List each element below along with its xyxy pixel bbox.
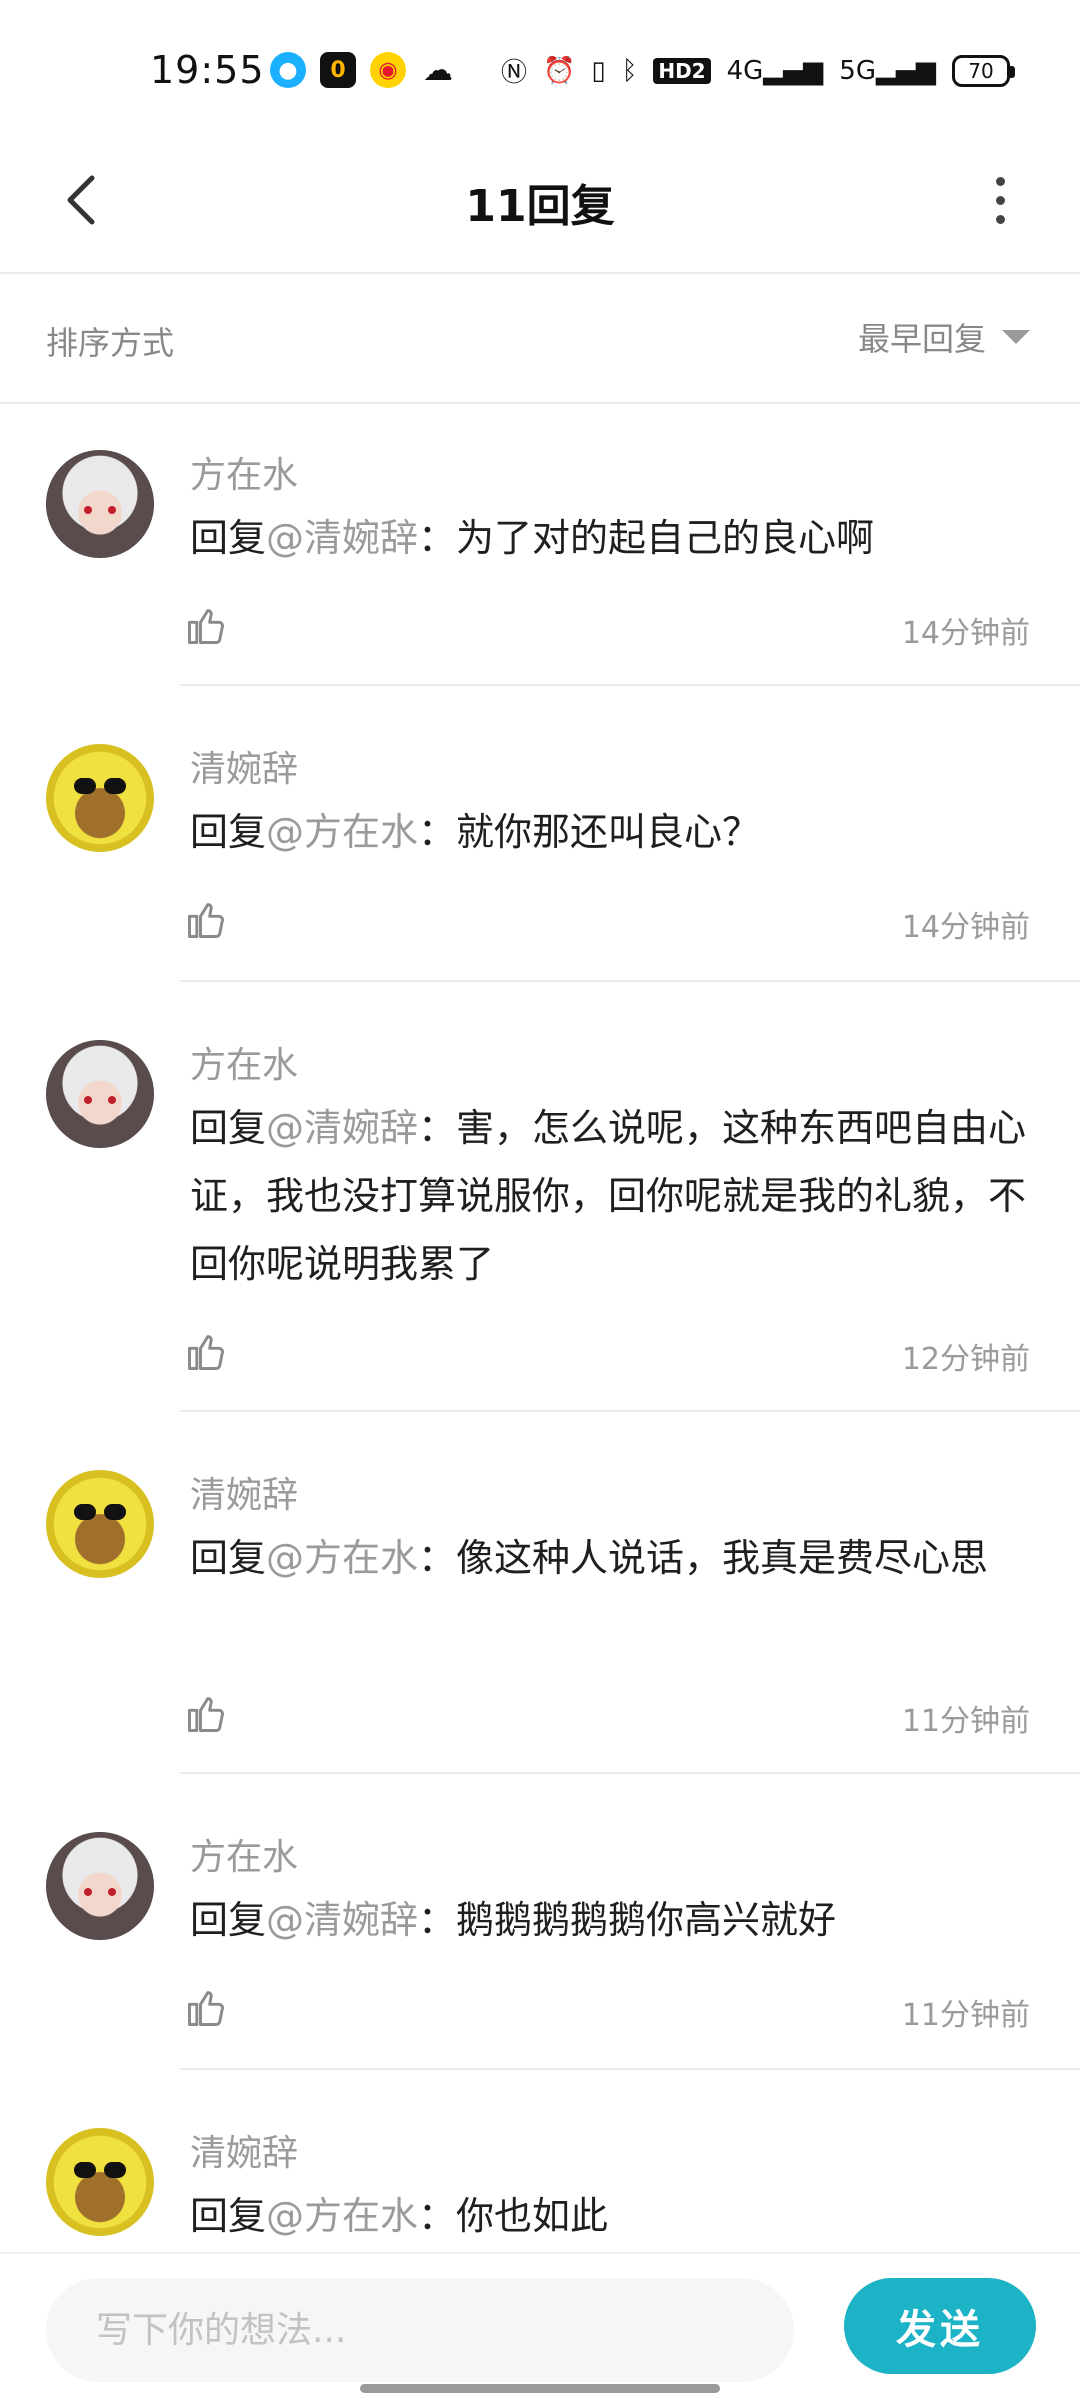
sort-dropdown[interactable]: 最早回复 bbox=[858, 314, 1030, 360]
nfc-icon: Ⓝ bbox=[501, 58, 528, 88]
reply-item: 清婉辞 回复@方在水：你也如此 bbox=[0, 2082, 1080, 2252]
reply-text: 像这种人说话，我真是费尽心思 bbox=[456, 1536, 989, 1580]
avatar[interactable] bbox=[46, 1040, 154, 1148]
divider bbox=[180, 684, 1080, 686]
reply-author[interactable]: 清婉辞 bbox=[190, 2124, 298, 2176]
reply-author[interactable]: 方在水 bbox=[190, 446, 298, 498]
reply-content: 回复@清婉辞：为了对的起自己的良心啊 bbox=[190, 504, 1032, 572]
reply-prefix: 回复 bbox=[190, 1898, 267, 1942]
thumbs-up-icon[interactable] bbox=[184, 604, 228, 648]
reply-prefix: 回复 bbox=[190, 2194, 267, 2238]
top-bar: 11回复 bbox=[0, 130, 1080, 274]
reply-text: 你也如此 bbox=[456, 2194, 609, 2238]
hd-icon: HD2 bbox=[653, 57, 711, 84]
reply-separator: ： bbox=[418, 1536, 457, 1580]
reply-content: 回复@方在水：你也如此 bbox=[190, 2182, 1032, 2250]
screen: 19:55 ● 0 ◉ ☁ Ⓝ ⏰ ▯ ᛒ HD2 4G▂▄▆ 5G▂▄▆ 70… bbox=[0, 0, 1080, 2400]
thumbs-up-icon[interactable] bbox=[184, 1692, 228, 1736]
reply-content: 回复@方在水：就你那还叫良心？ bbox=[190, 798, 1032, 866]
divider bbox=[180, 980, 1080, 982]
reply-prefix: 回复 bbox=[190, 516, 267, 560]
qq-icon: ● bbox=[270, 52, 306, 88]
bluetooth-icon: ᛒ bbox=[621, 55, 638, 86]
reply-input[interactable] bbox=[46, 2278, 794, 2382]
reply-time: 11分钟前 bbox=[901, 1704, 1030, 1739]
reply-time: 14分钟前 bbox=[901, 616, 1030, 651]
thumbs-up-icon[interactable] bbox=[184, 898, 228, 942]
reply-mention[interactable]: @清婉辞 bbox=[266, 1106, 418, 1150]
avatar[interactable] bbox=[46, 2128, 154, 2236]
avatar[interactable] bbox=[46, 1832, 154, 1940]
reply-content: 回复@方在水：像这种人说话，我真是费尽心思 bbox=[190, 1524, 1032, 1592]
signal-4g-icon: 4G▂▄▆ bbox=[726, 55, 824, 86]
vibrate-icon: ▯ bbox=[591, 55, 606, 86]
weibo-icon: ◉ bbox=[370, 52, 406, 88]
reply-prefix: 回复 bbox=[190, 1106, 267, 1150]
sort-selected-value: 最早回复 bbox=[857, 320, 986, 358]
system-icons: Ⓝ ⏰ ▯ ᛒ HD2 4G▂▄▆ 5G▂▄▆ 70 bbox=[501, 52, 1015, 89]
reply-item: 清婉辞 回复@方在水：像这种人说话，我真是费尽心思 11分钟前 bbox=[0, 1424, 1080, 1786]
reply-author[interactable]: 清婉辞 bbox=[190, 740, 298, 792]
reply-prefix: 回复 bbox=[190, 810, 267, 854]
reply-separator: ： bbox=[418, 516, 457, 560]
more-dot-icon bbox=[995, 195, 1005, 205]
status-time: 19:55 bbox=[150, 48, 265, 92]
divider bbox=[180, 1772, 1080, 1774]
reply-mention[interactable]: @清婉辞 bbox=[266, 516, 418, 560]
caret-down-icon bbox=[1002, 330, 1030, 344]
status-bar: 19:55 ● 0 ◉ ☁ Ⓝ ⏰ ▯ ᛒ HD2 4G▂▄▆ 5G▂▄▆ 70 bbox=[0, 0, 1080, 130]
notification-icons: ● 0 ◉ ☁ bbox=[270, 52, 456, 88]
compose-bar: 发送 bbox=[0, 2252, 1080, 2400]
reply-content: 回复@清婉辞：鹅鹅鹅鹅鹅你高兴就好 bbox=[190, 1886, 1032, 1954]
reply-text: 为了对的起自己的良心啊 bbox=[456, 516, 875, 560]
page-title: 11回复 bbox=[465, 181, 615, 232]
divider bbox=[180, 1410, 1080, 1412]
send-button[interactable]: 发送 bbox=[844, 2278, 1036, 2374]
app-o-icon: 0 bbox=[320, 52, 356, 88]
divider bbox=[180, 2068, 1080, 2070]
reply-separator: ： bbox=[418, 1106, 457, 1150]
reply-prefix: 回复 bbox=[190, 1536, 267, 1580]
sort-bar: 排序方式 最早回复 bbox=[0, 276, 1080, 404]
battery-icon: 70 bbox=[952, 54, 1015, 87]
more-dot-icon bbox=[995, 176, 1005, 186]
avatar[interactable] bbox=[46, 450, 154, 558]
more-dot-icon bbox=[995, 214, 1005, 224]
reply-mention[interactable]: @方在水 bbox=[266, 1536, 418, 1580]
reply-author[interactable]: 方在水 bbox=[190, 1036, 298, 1088]
more-options-button[interactable] bbox=[960, 160, 1040, 240]
wechat-icon: ☁ bbox=[423, 52, 453, 88]
thumbs-up-icon[interactable] bbox=[184, 1986, 228, 2030]
reply-content: 回复@清婉辞：害，怎么说呢，这种东西吧自由心证，我也没打算说服你，回你呢就是我的… bbox=[190, 1094, 1032, 1298]
reply-separator: ： bbox=[418, 810, 457, 854]
alarm-icon: ⏰ bbox=[543, 55, 576, 86]
reply-list[interactable]: 方在水 回复@清婉辞：为了对的起自己的良心啊 14分钟前 清婉辞 回复@方在水：… bbox=[0, 404, 1080, 2252]
reply-mention[interactable]: @方在水 bbox=[266, 810, 418, 854]
reply-separator: ： bbox=[418, 1898, 457, 1942]
sort-label: 排序方式 bbox=[46, 324, 175, 362]
signal-5g-icon: 5G▂▄▆ bbox=[839, 55, 936, 86]
home-indicator[interactable] bbox=[360, 2384, 720, 2393]
reply-time: 12分钟前 bbox=[901, 1342, 1030, 1377]
reply-separator: ： bbox=[418, 2194, 457, 2238]
avatar[interactable] bbox=[46, 744, 154, 852]
reply-mention[interactable]: @清婉辞 bbox=[266, 1898, 418, 1942]
thumbs-up-icon[interactable] bbox=[184, 1330, 228, 1374]
reply-text: 就你那还叫良心？ bbox=[456, 810, 761, 854]
reply-time: 11分钟前 bbox=[901, 1998, 1030, 2033]
reply-item: 方在水 回复@清婉辞：鹅鹅鹅鹅鹅你高兴就好 11分钟前 bbox=[0, 1786, 1080, 2082]
reply-mention[interactable]: @方在水 bbox=[266, 2194, 418, 2238]
reply-text: 鹅鹅鹅鹅鹅你高兴就好 bbox=[456, 1898, 837, 1942]
avatar[interactable] bbox=[46, 1470, 154, 1578]
reply-author[interactable]: 方在水 bbox=[190, 1828, 298, 1880]
reply-item: 清婉辞 回复@方在水：就你那还叫良心？ 14分钟前 bbox=[0, 698, 1080, 994]
reply-item: 方在水 回复@清婉辞：为了对的起自己的良心啊 14分钟前 bbox=[0, 404, 1080, 698]
reply-time: 14分钟前 bbox=[901, 910, 1030, 945]
reply-item: 方在水 回复@清婉辞：害，怎么说呢，这种东西吧自由心证，我也没打算说服你，回你呢… bbox=[0, 994, 1080, 1424]
reply-author[interactable]: 清婉辞 bbox=[190, 1466, 298, 1518]
